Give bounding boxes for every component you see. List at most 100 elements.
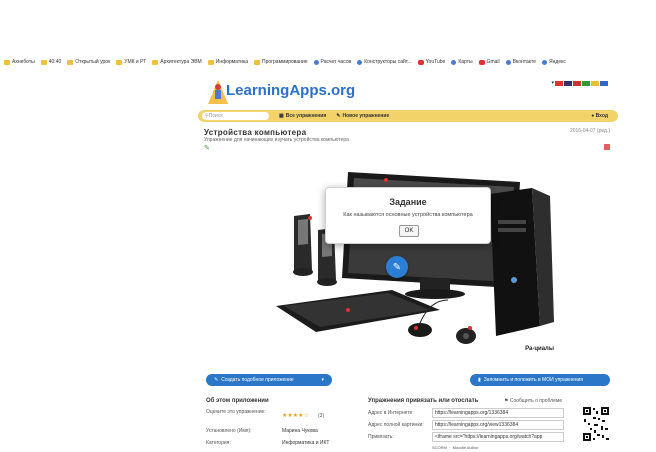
- task-dialog: Задание Как называются основные устройст…: [325, 187, 491, 244]
- globe-icon: [542, 59, 548, 65]
- login-link[interactable]: ● Вход: [591, 113, 608, 119]
- app-title: Устройства компьютера: [204, 128, 307, 137]
- bookmark-label: УМК и РТ: [124, 59, 147, 65]
- bookmark-label: YouTube: [425, 59, 446, 65]
- flag-icon[interactable]: [573, 80, 581, 86]
- bookmark-icon: ▮: [478, 377, 481, 383]
- bookmark-item[interactable]: Вконтакте: [505, 59, 537, 65]
- create-similar-button[interactable]: ✎ Создать подобное приложение ▾: [206, 374, 332, 386]
- bookmark-item[interactable]: Конструкторы сайт...: [357, 59, 412, 65]
- bookmark-label: Конструкторы сайт...: [364, 59, 412, 65]
- search-input[interactable]: ⚲ Поиск: [202, 112, 269, 120]
- bookmark-label: 40:40: [48, 59, 62, 65]
- bookmark-item[interactable]: Gmail: [478, 59, 500, 65]
- flag-icon[interactable]: [564, 80, 572, 86]
- bookmark-item[interactable]: Архитектура ЭВМ: [152, 59, 202, 65]
- bookmark-folder-icon: [40, 59, 47, 65]
- embed-heading: Упражнения привязать или отослать: [368, 398, 479, 404]
- scorm-link[interactable]: SCORM · Moodle Author: [432, 445, 478, 450]
- vk-icon: [505, 59, 511, 65]
- report-problem-link[interactable]: ⚑ Сообщить о проблеме: [504, 398, 562, 404]
- link-field[interactable]: https://learningapps.org/1336384: [432, 408, 564, 418]
- image-caption: Ра-циалы: [525, 346, 554, 352]
- fullscreen-label: Адрес полной картинки:: [368, 422, 424, 428]
- flag-icon: ⚑: [504, 398, 509, 404]
- save-to-my-exercises-button[interactable]: ▮ Запомнить и положить в МОИ упражнения: [470, 374, 610, 386]
- bookmark-label: Расчет часов: [320, 59, 352, 65]
- edit-fab-button[interactable]: ✎: [386, 256, 408, 278]
- fullscreen-icon[interactable]: [604, 144, 610, 150]
- bookmark-item[interactable]: Открытый урок: [67, 59, 110, 65]
- link-label: Адрес в Интернете:: [368, 410, 414, 416]
- all-exercises-label: Все упражнения: [285, 113, 327, 119]
- bookmark-label: Яндекс: [549, 59, 566, 65]
- bookmark-item[interactable]: Ахнеботы: [4, 59, 35, 65]
- qr-code[interactable]: [582, 406, 610, 442]
- author-value[interactable]: Марина Чукова: [282, 428, 318, 434]
- bookmark-item[interactable]: YouTube: [417, 59, 446, 65]
- bookmark-label: Программирование: [262, 59, 308, 65]
- bookmark-label: Архитектура ЭВМ: [160, 59, 202, 65]
- all-exercises-link[interactable]: ▦ Все упражнения: [279, 113, 326, 119]
- flag-icon[interactable]: [600, 80, 608, 86]
- pencil-icon: ✎: [336, 113, 341, 119]
- globe-icon: [357, 59, 363, 65]
- flag-icon[interactable]: [555, 80, 563, 86]
- report-label: Сообщить о проблеме: [509, 398, 563, 404]
- flag-icon[interactable]: [591, 80, 599, 86]
- youtube-icon: [417, 59, 424, 65]
- rating-stars[interactable]: ★★★★☆: [282, 412, 309, 419]
- bookmark-label: Вконтакте: [512, 59, 537, 65]
- logo-text: LearningApps.org: [226, 82, 356, 99]
- bookmark-item[interactable]: Карты: [451, 59, 473, 65]
- chevron-down-icon: ▾: [321, 377, 324, 383]
- pencil-icon: ✎: [214, 377, 219, 383]
- user-icon: ●: [591, 113, 595, 119]
- dropdown-arrow-icon[interactable]: ▾: [551, 80, 554, 86]
- category-label: Категория:: [206, 440, 231, 446]
- rate-label: Оцените это упражнение:: [206, 409, 266, 415]
- new-exercise-link[interactable]: ✎ Новое упражнение: [336, 113, 389, 119]
- bookmark-item[interactable]: 40:40: [40, 59, 62, 65]
- bookmark-folder-icon: [67, 59, 74, 65]
- category-value[interactable]: Информатика и ИКТ: [282, 440, 329, 446]
- bookmark-item[interactable]: Расчет часов: [313, 59, 352, 65]
- edit-icon: ✎: [392, 261, 402, 273]
- bookmark-label: Карты: [458, 59, 473, 65]
- globe-icon: [313, 59, 319, 65]
- maps-icon: [451, 59, 457, 65]
- bookmark-folder-icon: [116, 59, 123, 65]
- bookmark-item[interactable]: Яндекс: [542, 59, 566, 65]
- scorm-label: SCORM: [432, 445, 447, 450]
- create-similar-label: Создать подобное приложение: [221, 377, 294, 383]
- bookmark-item[interactable]: Программирование: [254, 59, 308, 65]
- grid-icon: ▦: [279, 113, 284, 119]
- bookmark-folder-icon: [152, 59, 159, 65]
- ok-button[interactable]: OK: [399, 225, 419, 237]
- author-label: Установлено (Имя):: [206, 428, 252, 434]
- edit-icon[interactable]: ✎: [204, 144, 210, 152]
- bookmark-folder-icon: [4, 59, 10, 65]
- dialog-title: Задание: [389, 197, 427, 207]
- bookmark-item[interactable]: УМК и РТ: [116, 59, 146, 65]
- bookmark-folder-icon: [207, 59, 214, 65]
- about-heading: Об этом приложении: [206, 398, 269, 404]
- app-subtitle: Упражнение для начинающих изучать устрой…: [204, 137, 349, 143]
- rating-count: (3): [318, 413, 325, 419]
- embed-label: Привязать:: [368, 434, 394, 440]
- app-date: 2016-04-07 (ред.): [569, 128, 610, 134]
- search-placeholder: Поиск: [208, 113, 223, 119]
- bookmark-folder-icon: [254, 59, 261, 65]
- save-label: Запомнить и положить в МОИ упражнения: [483, 377, 584, 383]
- login-label: Вход: [595, 113, 608, 119]
- flag-icon[interactable]: [582, 80, 590, 86]
- top-navbar: ⚲ Поиск ▦ Все упражнения ✎ Новое упражне…: [198, 110, 618, 122]
- fullscreen-field[interactable]: https://learningapps.org/view1336384: [432, 420, 564, 430]
- language-flags[interactable]: ▾: [551, 80, 608, 86]
- dialog-text: Как называются основные устройства компь…: [343, 212, 473, 218]
- bookmark-label: Gmail: [486, 59, 500, 65]
- bookmark-label: Открытый урок: [75, 59, 111, 65]
- site-logo[interactable]: LearningApps.org: [206, 74, 355, 108]
- embed-field[interactable]: <iframe src="https://learningapps.org/wa…: [432, 432, 564, 442]
- bookmark-item[interactable]: Информатика: [207, 59, 248, 65]
